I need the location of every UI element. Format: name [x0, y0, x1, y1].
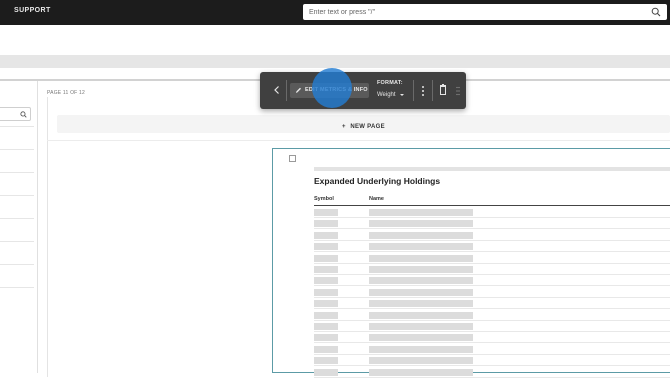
click-highlight: [312, 68, 352, 108]
drag-handle-icon[interactable]: [456, 86, 460, 96]
table-row[interactable]: [314, 367, 670, 378]
name-placeholder: [369, 231, 473, 239]
new-page-button[interactable]: + NEW PAGE: [57, 115, 670, 133]
toolbar-separator: [432, 80, 433, 101]
list-item[interactable]: [0, 126, 34, 127]
table-row[interactable]: [314, 241, 670, 253]
table-row[interactable]: [314, 332, 670, 344]
list-item[interactable]: [0, 218, 34, 219]
holdings-widget[interactable]: Expanded Underlying Holdings Symbol Name: [272, 148, 670, 378]
table-row[interactable]: [314, 264, 670, 275]
symbol-placeholder: [314, 288, 338, 296]
more-vertical-icon[interactable]: [419, 84, 427, 98]
symbol-placeholder: [314, 220, 338, 228]
table-row[interactable]: [314, 218, 670, 230]
name-placeholder: [369, 357, 473, 365]
table-row[interactable]: [314, 321, 670, 332]
global-search[interactable]: [303, 4, 667, 20]
left-panel: [0, 81, 38, 373]
symbol-placeholder: [314, 277, 338, 285]
symbol-placeholder: [314, 334, 338, 342]
name-placeholder: [369, 220, 473, 228]
name-placeholder: [369, 243, 473, 251]
top-bar: SUPPORT: [0, 0, 670, 25]
symbol-placeholder: [314, 266, 338, 273]
panel-search-input[interactable]: [0, 107, 31, 121]
table-row[interactable]: [314, 310, 670, 321]
format-label: FORMAT:: [377, 80, 403, 86]
list-item[interactable]: [0, 172, 34, 173]
list-item[interactable]: [0, 287, 34, 288]
symbol-placeholder: [314, 300, 338, 308]
floating-toolbar: EDIT METRICS & INFO FORMAT: Weight: [260, 68, 466, 109]
pencil-icon: [296, 87, 301, 93]
brand-label[interactable]: SUPPORT: [14, 7, 51, 14]
symbol-placeholder: [314, 323, 338, 330]
name-placeholder: [369, 288, 473, 296]
symbol-placeholder: [314, 311, 338, 319]
trash-icon[interactable]: [439, 84, 447, 96]
table-row[interactable]: [314, 344, 670, 355]
new-page-label: NEW PAGE: [350, 124, 385, 130]
table-row[interactable]: [314, 253, 670, 264]
list-item[interactable]: [0, 241, 34, 242]
page-edge: [47, 97, 48, 377]
search-input[interactable]: [309, 4, 639, 20]
list-item[interactable]: [0, 264, 34, 265]
table-row[interactable]: [314, 207, 670, 218]
table-row[interactable]: [314, 275, 670, 287]
symbol-placeholder: [314, 209, 338, 216]
page-indicator: PAGE 11 OF 12: [47, 90, 85, 96]
search-icon[interactable]: [651, 7, 661, 17]
toolbar-separator: [286, 80, 287, 101]
format-select[interactable]: Weight: [377, 92, 396, 98]
widget-subtitle-placeholder: [314, 167, 670, 171]
symbol-placeholder: [314, 243, 338, 251]
table-row[interactable]: [314, 298, 670, 310]
page-divider: [47, 140, 670, 141]
symbol-placeholder: [314, 345, 338, 353]
widget-title: Expanded Underlying Holdings: [314, 176, 441, 186]
name-placeholder: [369, 368, 473, 376]
secondary-toolbar-band: [0, 55, 670, 68]
symbol-placeholder: [314, 368, 338, 376]
toolbar-separator: [413, 80, 414, 101]
table-row[interactable]: [314, 230, 670, 241]
list-item[interactable]: [0, 149, 34, 150]
chevron-down-icon[interactable]: [400, 94, 404, 96]
table-row[interactable]: [314, 287, 670, 298]
name-placeholder: [369, 345, 473, 353]
table-header-rule: [314, 205, 670, 206]
symbol-placeholder: [314, 357, 338, 365]
name-placeholder: [369, 323, 473, 330]
chevron-left-icon[interactable]: [270, 83, 284, 97]
search-icon[interactable]: [20, 111, 27, 118]
name-placeholder: [369, 334, 473, 342]
table-row[interactable]: [314, 355, 670, 367]
name-placeholder: [369, 311, 473, 319]
name-placeholder: [369, 266, 473, 273]
widget-select-checkbox[interactable]: [289, 155, 296, 162]
symbol-placeholder: [314, 231, 338, 239]
name-placeholder: [369, 209, 473, 216]
name-placeholder: [369, 300, 473, 308]
column-header-symbol: Symbol: [314, 196, 334, 202]
plus-icon: +: [342, 124, 346, 130]
symbol-placeholder: [314, 254, 338, 262]
name-placeholder: [369, 254, 473, 262]
list-item[interactable]: [0, 195, 34, 196]
name-placeholder: [369, 277, 473, 285]
column-header-name: Name: [369, 196, 384, 202]
